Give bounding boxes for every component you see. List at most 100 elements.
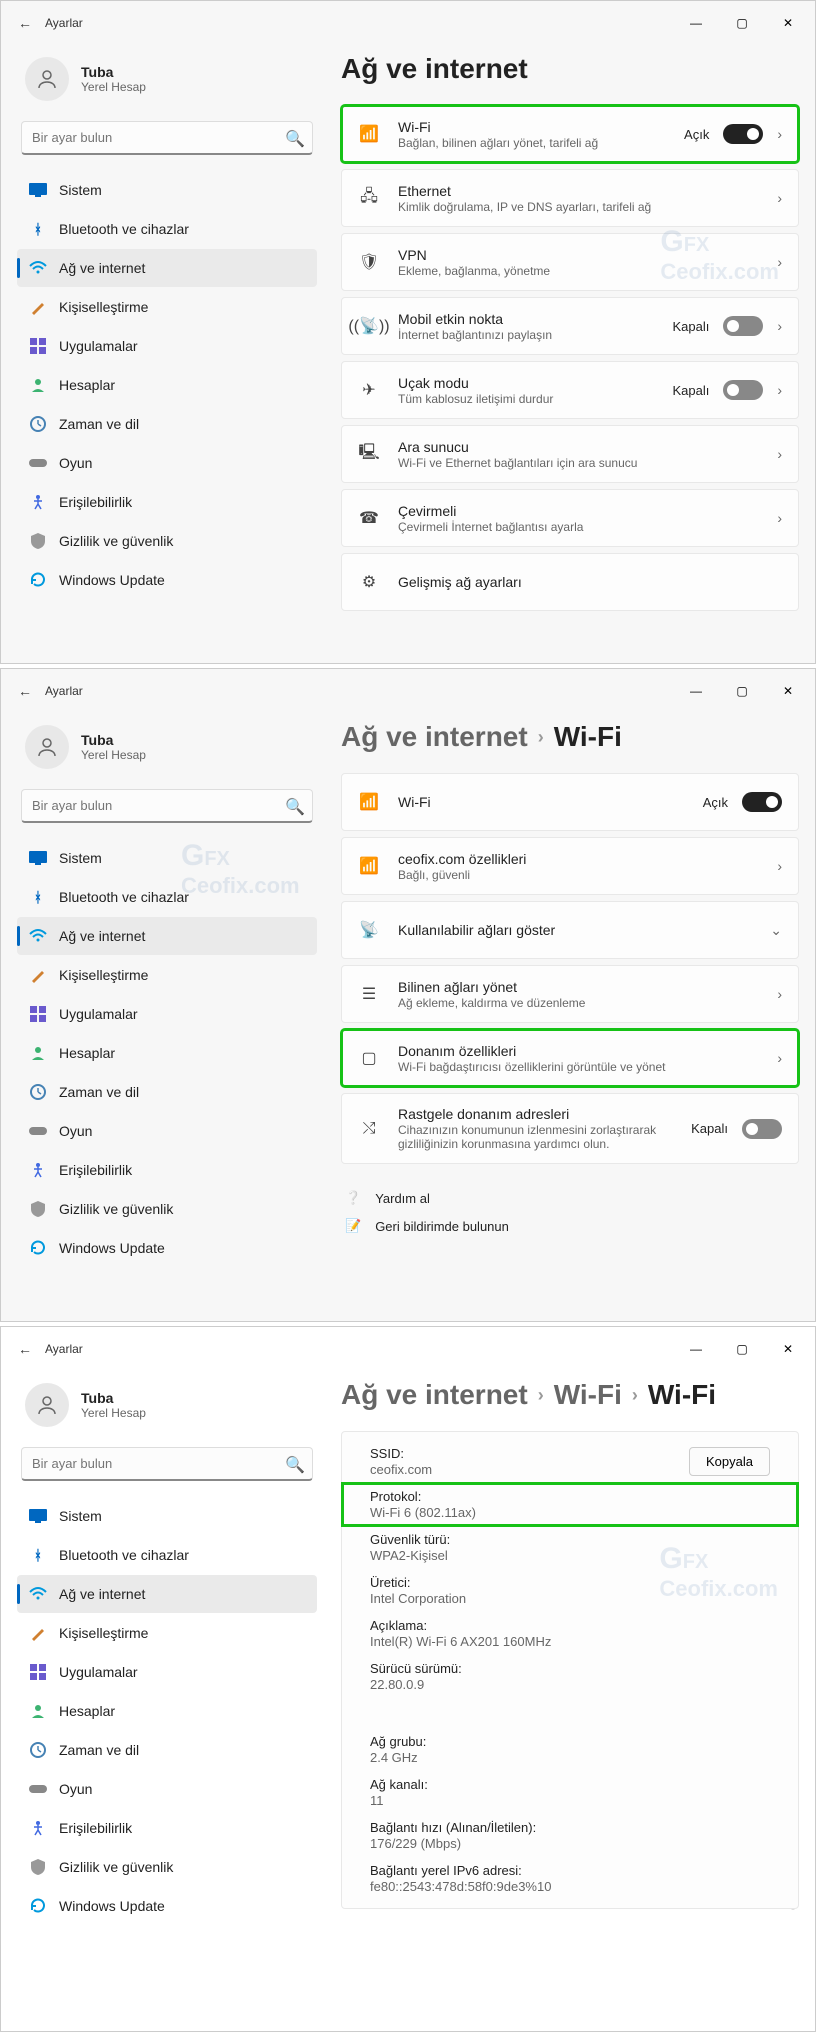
breadcrumb-current: Wi-Fi: [554, 721, 622, 753]
nav-item-update[interactable]: Windows Update: [17, 1229, 317, 1267]
breadcrumb-network[interactable]: Ağ ve internet: [341, 1379, 528, 1411]
wifi-card-2[interactable]: 📡Kullanılabilir ağları göster⌄: [341, 901, 799, 959]
card-title: Rastgele donanım adresleri: [398, 1106, 673, 1122]
nav-label: Hesaplar: [59, 377, 115, 393]
user-name: Tuba: [81, 64, 146, 80]
nav-item-privacy[interactable]: Gizlilik ve güvenlik: [17, 1190, 317, 1228]
back-button[interactable]: ←: [5, 1341, 45, 1357]
nav-item-update[interactable]: Windows Update: [17, 1887, 317, 1925]
nav-item-accounts[interactable]: Hesaplar: [17, 1692, 317, 1730]
minimize-button[interactable]: —: [673, 675, 719, 707]
nav-item-time[interactable]: Zaman ve dil: [17, 1731, 317, 1769]
nav-item-privacy[interactable]: Gizlilik ve güvenlik: [17, 522, 317, 560]
nav-item-gaming[interactable]: Oyun: [17, 1112, 317, 1150]
user-block[interactable]: Tuba Yerel Hesap: [17, 1371, 317, 1447]
nav-item-apps[interactable]: Uygulamalar: [17, 327, 317, 365]
nav-item-accessibility[interactable]: Erişilebilirlik: [17, 1809, 317, 1847]
back-button[interactable]: ←: [5, 683, 45, 699]
system-icon: [29, 1507, 47, 1525]
nav-item-network[interactable]: Ağ ve internet: [17, 249, 317, 287]
search-input[interactable]: [21, 1447, 313, 1481]
nav-item-gaming[interactable]: Oyun: [17, 1770, 317, 1808]
nav-item-network[interactable]: Ağ ve internet: [17, 1575, 317, 1613]
accessibility-icon: [29, 1819, 47, 1837]
toggle-switch[interactable]: [723, 124, 763, 144]
search-input[interactable]: [21, 121, 313, 155]
nav-item-system[interactable]: Sistem: [17, 1497, 317, 1535]
main-content: Ağ ve internet › Wi-Fi 📶Wi-FiAçık 📶ceofix…: [317, 713, 799, 1268]
nav-item-system[interactable]: Sistem: [17, 171, 317, 209]
card-subtitle: Bağlan, bilinen ağları yönet, tarifeli a…: [398, 136, 666, 150]
card-title: Kullanılabilir ağları göster: [398, 922, 752, 938]
setting-card-3[interactable]: ((📡))Mobil etkin noktaİnternet bağlantın…: [341, 297, 799, 355]
nav-item-gaming[interactable]: Oyun: [17, 444, 317, 482]
close-button[interactable]: ✕: [765, 1333, 811, 1365]
setting-card-6[interactable]: ☎ÇevirmeliÇevirmeli İnternet bağlantısı …: [341, 489, 799, 547]
nav-label: Oyun: [59, 1123, 92, 1139]
chevron-right-icon: ›: [777, 190, 782, 206]
nav-item-personalization[interactable]: Kişiselleştirme: [17, 1614, 317, 1652]
nav-item-bluetooth[interactable]: ᚼBluetooth ve cihazlar: [17, 878, 317, 916]
nav-item-privacy[interactable]: Gizlilik ve güvenlik: [17, 1848, 317, 1886]
setting-card-1[interactable]: 🖧EthernetKimlik doğrulama, IP ve DNS aya…: [341, 169, 799, 227]
feedback-icon: 📝: [345, 1218, 361, 1234]
user-block[interactable]: Tuba Yerel Hesap: [17, 45, 317, 121]
setting-card-5[interactable]: 🖳Ara sunucuWi-Fi ve Ethernet bağlantılar…: [341, 425, 799, 483]
nav-item-network[interactable]: Ağ ve internet: [17, 917, 317, 955]
nav-item-accounts[interactable]: Hesaplar: [17, 366, 317, 404]
minimize-button[interactable]: —: [673, 1333, 719, 1365]
nav-item-personalization[interactable]: Kişiselleştirme: [17, 288, 317, 326]
user-block[interactable]: Tuba Yerel Hesap: [17, 713, 317, 789]
close-button[interactable]: ✕: [765, 7, 811, 39]
setting-card-2[interactable]: 🛡VPNEkleme, bağlanma, yönetme›: [341, 233, 799, 291]
personalization-icon: [29, 966, 47, 984]
help-link[interactable]: ❔ Yardım al: [341, 1184, 799, 1212]
detail-row: Ağ kanalı:11: [342, 1771, 798, 1814]
privacy-icon: [29, 1858, 47, 1876]
wifi-card-4[interactable]: ▢Donanım özellikleriWi-Fi bağdaştırıcısı…: [341, 1029, 799, 1087]
maximize-button[interactable]: ▢: [719, 7, 765, 39]
wifi-card-5[interactable]: ⤭Rastgele donanım adresleriCihazınızın k…: [341, 1093, 799, 1164]
nav-item-system[interactable]: Sistem: [17, 839, 317, 877]
nav-item-time[interactable]: Zaman ve dil: [17, 405, 317, 443]
card-icon: 📶: [358, 124, 380, 144]
back-button[interactable]: ←: [5, 15, 45, 31]
wifi-card-1[interactable]: 📶ceofix.com özellikleriBağlı, güvenli›: [341, 837, 799, 895]
toggle-switch[interactable]: [723, 316, 763, 336]
nav-item-update[interactable]: Windows Update: [17, 561, 317, 599]
nav-item-bluetooth[interactable]: ᚼBluetooth ve cihazlar: [17, 210, 317, 248]
toggle-switch[interactable]: [723, 380, 763, 400]
breadcrumb-network[interactable]: Ağ ve internet: [341, 721, 528, 753]
toggle-switch[interactable]: [742, 1119, 782, 1139]
feedback-link[interactable]: 📝 Geri bildirimde bulunun: [341, 1212, 799, 1240]
chevron-right-icon: ›: [777, 382, 782, 398]
nav-item-apps[interactable]: Uygulamalar: [17, 995, 317, 1033]
avatar-icon: [25, 57, 69, 101]
setting-card-7[interactable]: ⚙Gelişmiş ağ ayarları: [341, 553, 799, 611]
search-input[interactable]: [21, 789, 313, 823]
minimize-button[interactable]: —: [673, 7, 719, 39]
toggle-switch[interactable]: [742, 792, 782, 812]
maximize-button[interactable]: ▢: [719, 1333, 765, 1365]
nav-item-time[interactable]: Zaman ve dil: [17, 1073, 317, 1111]
nav-label: Sistem: [59, 850, 102, 866]
nav-item-accessibility[interactable]: Erişilebilirlik: [17, 1151, 317, 1189]
system-icon: [29, 181, 47, 199]
nav-item-apps[interactable]: Uygulamalar: [17, 1653, 317, 1691]
nav-label: Erişilebilirlik: [59, 1162, 132, 1178]
chevron-right-icon: ›: [538, 727, 544, 748]
nav-item-accessibility[interactable]: Erişilebilirlik: [17, 483, 317, 521]
nav-item-personalization[interactable]: Kişiselleştirme: [17, 956, 317, 994]
gaming-icon: [29, 454, 47, 472]
setting-card-4[interactable]: ✈Uçak moduTüm kablosuz iletişimi durdurK…: [341, 361, 799, 419]
wifi-card-3[interactable]: ☰Bilinen ağları yönetAğ ekleme, kaldırma…: [341, 965, 799, 1023]
copy-button[interactable]: Kopyala: [689, 1447, 770, 1476]
nav-item-accounts[interactable]: Hesaplar: [17, 1034, 317, 1072]
user-account-type: Yerel Hesap: [81, 80, 146, 94]
breadcrumb-wifi[interactable]: Wi-Fi: [554, 1379, 622, 1411]
close-button[interactable]: ✕: [765, 675, 811, 707]
nav-item-bluetooth[interactable]: ᚼBluetooth ve cihazlar: [17, 1536, 317, 1574]
setting-card-0[interactable]: 📶Wi-FiBağlan, bilinen ağları yönet, tari…: [341, 105, 799, 163]
wifi-card-0[interactable]: 📶Wi-FiAçık: [341, 773, 799, 831]
maximize-button[interactable]: ▢: [719, 675, 765, 707]
